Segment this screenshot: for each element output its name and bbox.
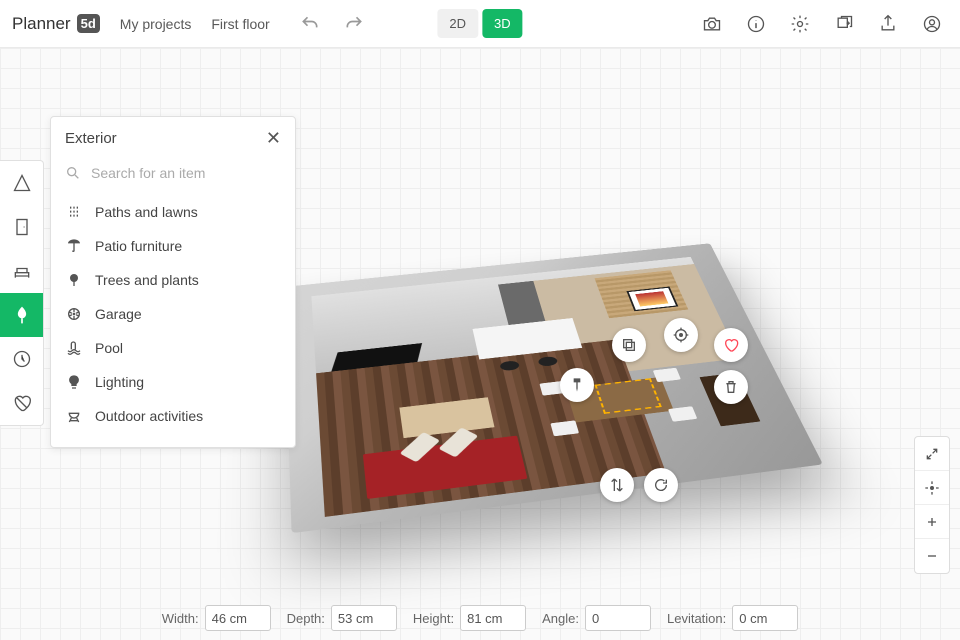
sidebar-doors[interactable] (0, 205, 43, 249)
sidebar-furniture[interactable] (0, 249, 43, 293)
panel-close-button[interactable]: ✕ (266, 129, 281, 147)
bulb-icon (65, 373, 83, 391)
path-icon (65, 203, 83, 221)
width-label: Width: (162, 611, 199, 626)
panel-search[interactable]: Search for an item (51, 159, 295, 191)
fullscreen-button[interactable] (915, 437, 949, 471)
topbar: Planner 5d My projects First floor 2D 3D (0, 0, 960, 48)
height-input[interactable] (460, 605, 526, 631)
category-pool[interactable]: Pool (51, 331, 295, 365)
export-button[interactable] (872, 8, 904, 40)
sidebar-construction[interactable] (0, 161, 43, 205)
category-paths[interactable]: Paths and lawns (51, 195, 295, 229)
width-input[interactable] (205, 605, 271, 631)
category-garage[interactable]: Garage (51, 297, 295, 331)
dimension-bar: Width: Depth: Height: Angle: Levitation: (0, 596, 960, 640)
zoom-in-button[interactable] (915, 505, 949, 539)
sidebar-exterior[interactable] (0, 293, 43, 337)
pool-icon (65, 339, 83, 357)
levitation-label: Levitation: (667, 611, 726, 626)
app-name: Planner (12, 14, 71, 34)
category-trees[interactable]: Trees and plants (51, 263, 295, 297)
depth-label: Depth: (287, 611, 325, 626)
profile-button[interactable] (916, 8, 948, 40)
dining-chair[interactable] (668, 406, 697, 422)
levitation-input[interactable] (732, 605, 798, 631)
nav-floor-select[interactable]: First floor (211, 16, 269, 32)
snapshot-button[interactable] (696, 8, 728, 40)
copy-button[interactable] (828, 8, 860, 40)
settings-button[interactable] (784, 8, 816, 40)
center-tool[interactable] (664, 318, 698, 352)
recenter-button[interactable] (915, 471, 949, 505)
search-placeholder: Search for an item (91, 165, 205, 181)
app-logo[interactable]: Planner 5d (12, 14, 100, 34)
view-toggle: 2D 3D (437, 9, 522, 38)
depth-input[interactable] (331, 605, 397, 631)
view-3d-button[interactable]: 3D (482, 9, 523, 38)
category-lighting[interactable]: Lighting (51, 365, 295, 399)
delete-tool[interactable] (714, 370, 748, 404)
zoom-out-button[interactable] (915, 539, 949, 573)
nav-my-projects[interactable]: My projects (120, 16, 192, 32)
dining-chair[interactable] (653, 368, 681, 382)
sidebar-history[interactable] (0, 337, 43, 381)
sidebar-wishlist[interactable] (0, 381, 43, 425)
app-badge: 5d (77, 14, 100, 33)
undo-button[interactable] (294, 8, 326, 40)
tool-sidebar (0, 160, 44, 426)
search-icon (65, 165, 81, 181)
rotate-tool[interactable] (644, 468, 678, 502)
duplicate-tool[interactable] (612, 328, 646, 362)
bbq-icon (65, 407, 83, 425)
redo-button[interactable] (338, 8, 370, 40)
paint-tool[interactable] (560, 368, 594, 402)
panel-title: Exterior (65, 130, 117, 147)
panel-list: Paths and lawns Patio furniture Trees an… (51, 191, 295, 437)
catalog-panel: Exterior ✕ Search for an item Paths and … (50, 116, 296, 448)
category-outdoor[interactable]: Outdoor activities (51, 399, 295, 433)
height-label: Height: (413, 611, 454, 626)
info-button[interactable] (740, 8, 772, 40)
angle-label: Angle: (542, 611, 579, 626)
umbrella-icon (65, 237, 83, 255)
flip-tool[interactable] (600, 468, 634, 502)
category-patio[interactable]: Patio furniture (51, 229, 295, 263)
wheel-icon (65, 305, 83, 323)
favorite-tool[interactable] (714, 328, 748, 362)
viewport-tools (914, 436, 950, 574)
tree-icon (65, 271, 83, 289)
angle-input[interactable] (585, 605, 651, 631)
view-2d-button[interactable]: 2D (437, 9, 478, 38)
